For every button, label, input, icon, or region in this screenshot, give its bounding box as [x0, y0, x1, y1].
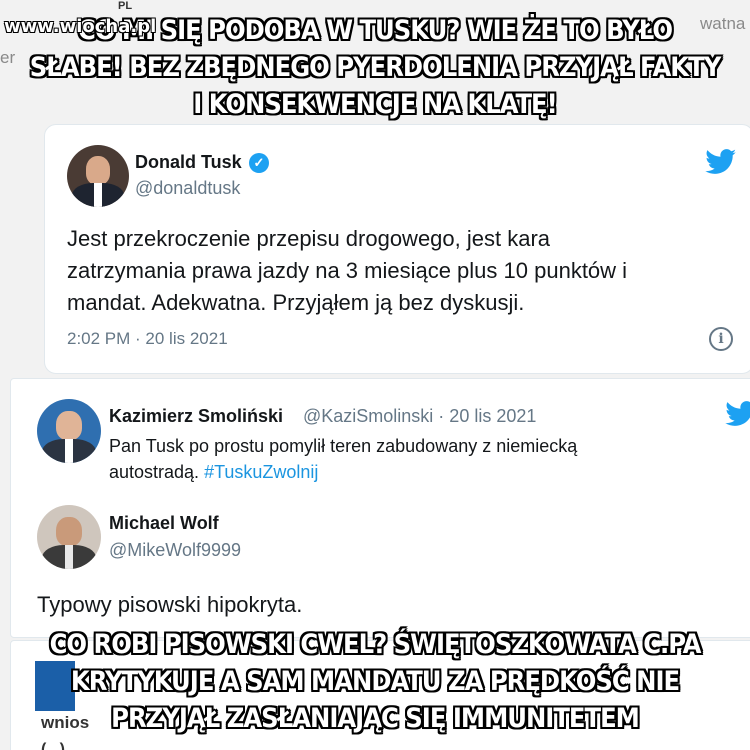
avatar[interactable]: [37, 505, 101, 569]
caption-line: I KONSEKWENCJE NA KLATĘ!: [193, 89, 557, 120]
tweet-text-line: autostradą.: [109, 462, 205, 482]
tweet-author-handle[interactable]: @MikeWolf9999: [109, 540, 241, 561]
meme-caption-bottom: CO ROBI PISOWSKI CWEL? ŚWIĘTOSZKOWATA C.…: [0, 626, 750, 737]
verified-badge-icon: ✓: [249, 153, 269, 173]
tweet-text-line: Jest przekroczenie przepisu drogowego, j…: [67, 226, 551, 251]
tweet-author-name[interactable]: Michael Wolf: [109, 513, 219, 534]
tweet-author-handle[interactable]: @donaldtusk: [135, 178, 240, 199]
background-text-fragment: (...): [41, 741, 65, 750]
twitter-bird-icon[interactable]: [725, 401, 750, 427]
tweet-author-name[interactable]: Kazimierz Smoliński: [109, 406, 283, 427]
background-text-fragment: PL: [118, 0, 133, 12]
tweet-text: Pan Tusk po prostu pomylił teren zabudow…: [109, 433, 577, 485]
site-watermark: www.wiocha.pl: [4, 16, 157, 37]
tweet-text-line: zatrzymania prawa jazdy na 3 miesiące pl…: [67, 258, 628, 283]
avatar[interactable]: [67, 145, 129, 207]
tweet-timestamp[interactable]: 2:02 PM · 20 lis 2021: [67, 329, 228, 349]
tweet-card-replies[interactable]: Kazimierz Smoliński @KaziSmolinski · 20 …: [10, 378, 750, 638]
tweet-author-handle[interactable]: @KaziSmolinski · 20 lis 2021: [303, 406, 536, 427]
caption-line: KRYTYKUJE A SAM MANDATU ZA PRĘDKOŚĆ NIE: [70, 666, 680, 697]
avatar[interactable]: [37, 399, 101, 463]
tweet-card-main[interactable]: Donald Tusk ✓ @donaldtusk Jest przekrocz…: [44, 124, 750, 374]
hashtag-link[interactable]: #TuskuZwolnij: [204, 462, 318, 482]
caption-line: PRZYJĄŁ ZASŁANIAJĄC SIĘ IMMUNITETEM: [111, 703, 640, 734]
twitter-bird-icon[interactable]: [705, 149, 737, 175]
caption-line: CO ROBI PISOWSKI CWEL? ŚWIĘTOSZKOWATA C.…: [49, 629, 702, 660]
caption-line: SŁABE! BEZ ZBĘDNEGO PYERDOLENIA PRZYJĄŁ …: [29, 52, 722, 83]
tweet-text-line: Pan Tusk po prostu pomylił teren zabudow…: [109, 436, 578, 456]
info-icon[interactable]: i: [709, 327, 733, 351]
tweet-text: Typowy pisowski hipokryta.: [37, 592, 303, 617]
tweet-text-line: mandat. Adekwatna. Przyjąłem ją bez dysk…: [67, 290, 525, 315]
tweet-author-name[interactable]: Donald Tusk: [135, 152, 242, 173]
tweet-text: Jest przekroczenie przepisu drogowego, j…: [67, 223, 627, 319]
